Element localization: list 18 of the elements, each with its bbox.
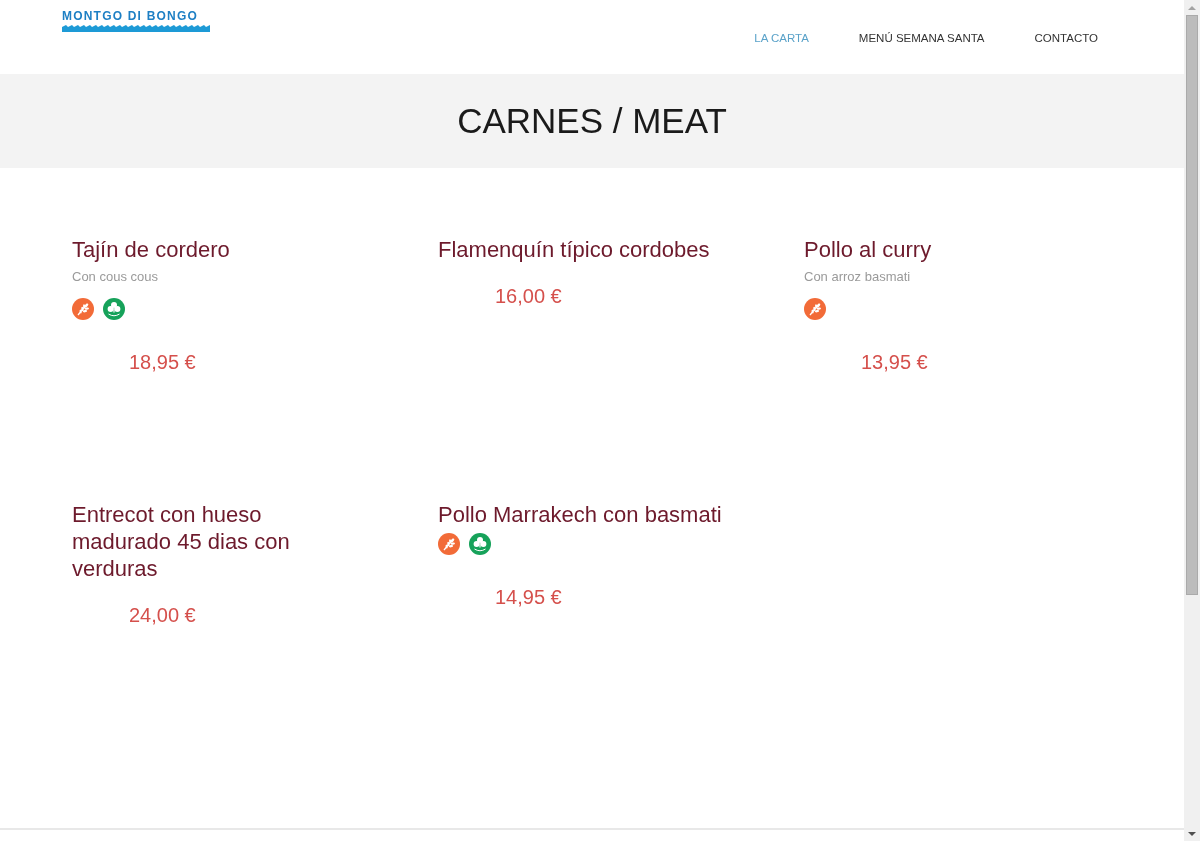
- nav-link[interactable]: CONTACTO: [1034, 31, 1098, 45]
- dish-price: 16,00 €: [495, 285, 562, 307]
- dish-name: Flamenquín típico cordobes: [438, 236, 711, 263]
- dish-description: Con cous cous: [72, 269, 158, 285]
- nav-link[interactable]: MENÚ SEMANA SANTA: [858, 31, 985, 45]
- dish-price: 18,95 €: [129, 351, 196, 373]
- dish-price: 13,95 €: [861, 351, 928, 373]
- dish-name: Pollo al curry: [804, 236, 933, 263]
- dish-name: Tajín de cordero: [72, 236, 231, 263]
- scrollbar-thumb[interactable]: [1186, 15, 1198, 595]
- dish-name: Pollo Marrakech con basmati: [438, 501, 723, 528]
- dish-price: 24,00 €: [129, 604, 196, 626]
- dish-name: Entrecot con hueso madurado 45 dias con verduras: [72, 501, 291, 582]
- scrollbar[interactable]: [1184, 0, 1200, 841]
- page-title: CARNES / MEAT: [457, 101, 727, 141]
- dish-description: Con arroz basmati: [804, 269, 911, 285]
- dish-price: 14,95 €: [495, 586, 562, 608]
- logo-text[interactable]: MONTGO DI BONGO: [62, 10, 210, 23]
